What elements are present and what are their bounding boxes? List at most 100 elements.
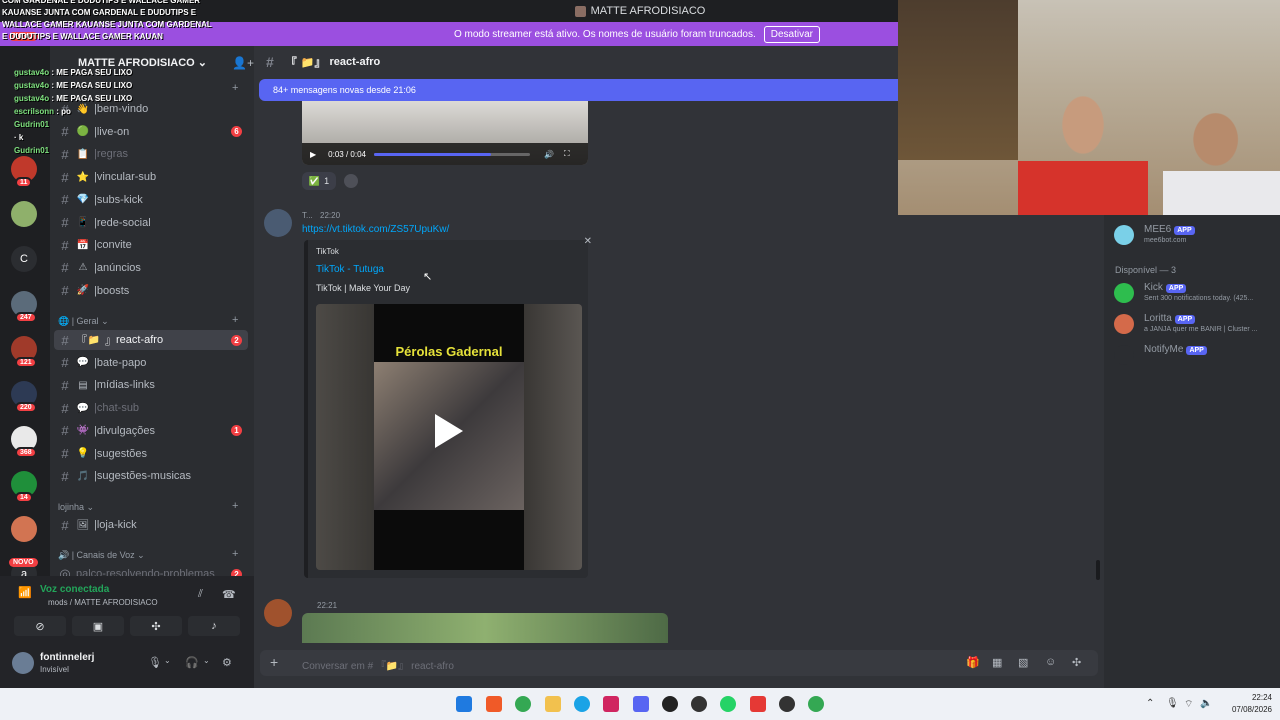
avatar[interactable]	[264, 209, 292, 237]
chrome-icon[interactable]	[808, 696, 824, 712]
play-icon[interactable]	[435, 414, 463, 448]
new-messages-bar[interactable]: 84+ mensagens novas desde 21:06	[259, 79, 898, 101]
overlay-chat-user: gustav4o	[14, 68, 50, 77]
reaction-check[interactable]: ✅ 1	[302, 172, 336, 190]
server-icon[interactable]: 14	[11, 471, 37, 503]
volume-icon[interactable]: 🔊	[544, 150, 554, 159]
server-icon[interactable]: 220	[11, 381, 37, 413]
share-screen-button[interactable]: ▣	[72, 616, 124, 636]
app-icon[interactable]	[750, 696, 766, 712]
wifi-icon[interactable]: ⌔	[1184, 698, 1193, 711]
server-icon[interactable]: 368	[11, 426, 37, 458]
chrome-icon[interactable]	[515, 696, 531, 712]
chevron-down-icon[interactable]: ⌄	[203, 656, 210, 665]
brave-icon[interactable]	[486, 696, 502, 712]
channel-1[interactable]: # 『📁 』 react-afro 2	[54, 330, 248, 350]
server-icon[interactable]	[11, 516, 37, 542]
server-icon[interactable]: C	[11, 246, 37, 272]
category-lojinha[interactable]: lojinha ⌄	[58, 502, 94, 513]
channel-3[interactable]: # ▤ | mídias-links	[54, 375, 248, 395]
server-icon[interactable]: 11	[11, 156, 37, 188]
play-icon[interactable]: ▶	[310, 150, 316, 159]
video-attachment[interactable]	[302, 613, 668, 643]
channel-3[interactable]: # 📋 | regras	[54, 144, 248, 164]
overlay-chat-text: : po	[54, 107, 71, 116]
member-3[interactable]: NotifyMe APP	[1114, 341, 1280, 369]
start-icon[interactable]	[456, 696, 472, 712]
channel-6[interactable]: # 📱 | rede-social	[54, 213, 248, 233]
channel-9[interactable]: # 🚀 | boosts	[54, 281, 248, 301]
message-composer[interactable]: + Conversar em # 『📁』 react-afro 🎁 ▦ ▧ ☺ …	[260, 650, 1098, 676]
attach-icon[interactable]: +	[270, 654, 278, 670]
video-progress[interactable]	[373, 152, 530, 156]
chevron-up-icon[interactable]: ⌃	[1146, 698, 1154, 709]
noise-suppression-icon[interactable]: ⫽	[198, 588, 203, 601]
member-2[interactable]: Loritta APP a JANJA quer me BANIR | Cluste…	[1114, 310, 1280, 338]
member-mee6[interactable]: MEE6 APP mee6bot.com	[1114, 221, 1280, 249]
channel-6[interactable]: # 💡 | sugestões	[54, 444, 248, 464]
app-icon[interactable]	[779, 696, 795, 712]
invite-icon[interactable]: 👤+	[232, 56, 254, 70]
clock[interactable]: 22:24 07/08/2026	[1212, 692, 1272, 716]
apps-icon[interactable]: ✣	[1072, 656, 1081, 669]
server-icon[interactable]: 121	[11, 336, 37, 368]
app-icon[interactable]	[603, 696, 619, 712]
category-geral[interactable]: 🌐 | Geral ⌄	[58, 316, 109, 327]
unread-badge: 6	[231, 126, 242, 138]
video-player[interactable]: ▶ 0:03 / 0:04 🔊 ⛶	[302, 101, 588, 165]
server-icon[interactable]	[11, 201, 37, 227]
channel-5[interactable]: # 👾 | divulgações 1	[54, 421, 248, 441]
server-icon[interactable]: 247	[11, 291, 37, 323]
add-channel-icon[interactable]: +	[232, 314, 238, 326]
member-subtitle: Sent 300 notifications today. (425...	[1144, 295, 1254, 302]
channel-7[interactable]: # 🎵 | sugestões-musicas	[54, 466, 248, 486]
gif-icon[interactable]: ▦	[992, 656, 1002, 669]
avatar[interactable]	[12, 652, 34, 674]
embed-video-thumbnail[interactable]: Pérolas Gadernal	[316, 304, 582, 570]
message-author[interactable]: T...	[302, 211, 313, 220]
fullscreen-icon[interactable]: ⛶	[564, 149, 570, 159]
avatar[interactable]	[264, 599, 292, 627]
channel-4[interactable]: # ⭐ | vincular-sub	[54, 167, 248, 187]
emoji-icon[interactable]: ☺	[1045, 656, 1056, 668]
channel-7[interactable]: # 📅 | convite	[54, 235, 248, 255]
disconnect-icon[interactable]: ☎	[222, 588, 236, 601]
soundboard-button[interactable]: ♪	[188, 616, 240, 636]
category-voice[interactable]: 🔊 | Canais de Voz ⌄	[58, 550, 145, 561]
message-link[interactable]: https://vt.tiktok.com/ZS57UpuKw/	[302, 224, 449, 235]
gear-icon[interactable]: ⚙	[222, 656, 232, 669]
video-off-button[interactable]: ⊘	[14, 616, 66, 636]
embed-title[interactable]: TikTok - Tutuga	[316, 264, 384, 275]
chevron-down-icon[interactable]: ⌄	[164, 656, 171, 665]
add-reaction-icon[interactable]	[344, 174, 358, 188]
edge-icon[interactable]	[574, 696, 590, 712]
volume-icon[interactable]: 🔈	[1200, 698, 1212, 709]
discord-icon[interactable]	[633, 696, 649, 712]
channel-4[interactable]: # 💬 | chat-sub	[54, 398, 248, 418]
activities-button[interactable]: ✣	[130, 616, 182, 636]
whatsapp-icon[interactable]	[720, 696, 736, 712]
microphone-icon[interactable]: 🎙	[1166, 698, 1179, 709]
member-1[interactable]: Kick APP Sent 300 notifications today. (42…	[1114, 279, 1280, 307]
microphone-icon[interactable]: 🎙	[148, 656, 162, 669]
channel-loja-kick[interactable]: # 🖼 | loja-kick	[54, 515, 248, 535]
channel-5[interactable]: # 💎 | subs-kick	[54, 190, 248, 210]
add-channel-icon[interactable]: +	[232, 500, 238, 512]
gift-icon[interactable]: 🎁	[966, 656, 980, 669]
scrollbar[interactable]	[1096, 560, 1100, 580]
disable-streamer-mode-button[interactable]: Desativar	[763, 25, 820, 43]
close-icon[interactable]: ✕	[584, 236, 592, 247]
voice-channel[interactable]: ◎ palco-resolvendo-problemas 2	[54, 564, 248, 576]
add-channel-icon[interactable]: +	[232, 82, 238, 94]
app-icon[interactable]	[662, 696, 678, 712]
add-channel-icon[interactable]: +	[232, 548, 238, 560]
username[interactable]: fontinnelerj	[40, 652, 94, 663]
folder-icon[interactable]	[545, 696, 561, 712]
sticker-icon[interactable]: ▧	[1018, 656, 1028, 669]
headphones-icon[interactable]: 🎧	[185, 656, 199, 669]
voice-location[interactable]: mods / MATTE AFRODISIACO	[48, 598, 158, 607]
app-icon[interactable]	[691, 696, 707, 712]
channel-2[interactable]: # 🟢 | live-on 6	[54, 122, 248, 142]
channel-8[interactable]: # ⚠ | anúncios	[54, 258, 248, 278]
channel-2[interactable]: # 💬 | bate-papo	[54, 353, 248, 373]
